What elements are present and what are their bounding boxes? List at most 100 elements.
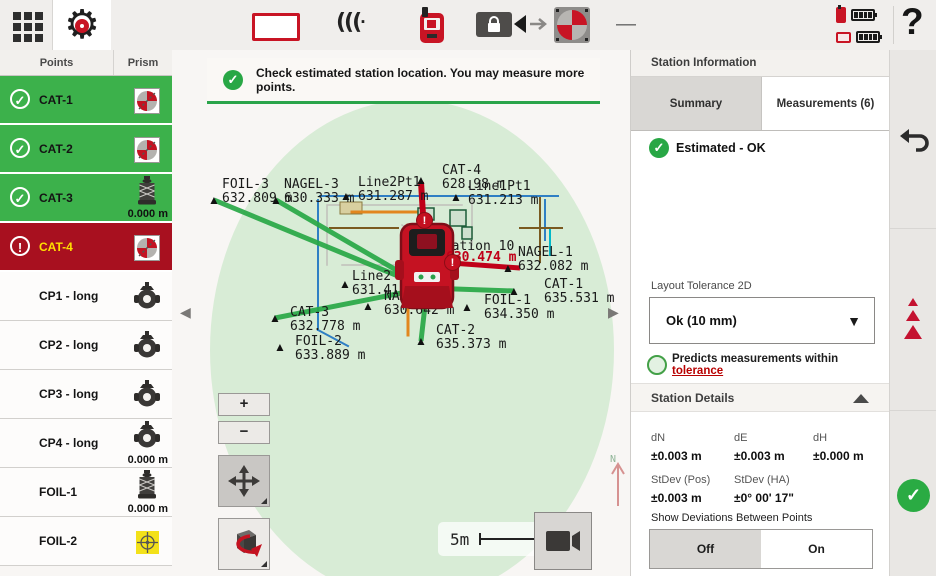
prism-360-icon <box>131 175 163 207</box>
prediction-text: Predicts measurements within <box>672 353 838 365</box>
point-label: NAGEL-1632.082 m <box>518 246 588 274</box>
ok-status-icon: ✓ <box>10 89 30 109</box>
tolerance-dropdown[interactable]: Ok (10 mm) ▼ <box>649 297 875 344</box>
metric-value: ±0.003 m <box>651 491 702 505</box>
point-row[interactable]: CP4 - long0.000 m <box>0 419 172 468</box>
svg-text:N: N <box>610 454 616 465</box>
battery-icon <box>856 31 880 43</box>
jump-to-flagged-button[interactable] <box>890 296 936 341</box>
point-row[interactable]: CP2 - long <box>0 321 172 370</box>
tolerance-value: Ok (10 mm) <box>666 313 737 328</box>
undo-icon <box>899 126 929 156</box>
point-row[interactable]: ✓ CAT-1 <box>0 76 172 125</box>
controller-icon <box>836 7 846 23</box>
mini-prism-icon <box>131 134 163 166</box>
point-marker: ▲ <box>461 301 473 313</box>
toggle-off[interactable]: Off <box>650 530 761 568</box>
help-button[interactable]: ? <box>901 1 924 43</box>
deviations-toggle: Off On <box>649 529 873 569</box>
action-strip: ✓ <box>889 50 936 576</box>
point-row[interactable]: FOIL-2 <box>0 517 172 566</box>
point-marker: ▲ <box>274 341 286 353</box>
zoom-in-button[interactable]: + <box>218 393 270 416</box>
point-row[interactable]: FOIL-10.000 m <box>0 468 172 517</box>
settings-gear-button[interactable]: ⚙ <box>53 0 111 50</box>
metric-label: StDev (HA) <box>734 474 790 486</box>
point-name: FOIL-2 <box>39 534 77 548</box>
point-label: Line1Pt1631.213 m <box>468 180 538 208</box>
point-row[interactable]: ✓ CAT-2 <box>0 125 172 174</box>
point-row[interactable]: ✓CAT-30.000 m <box>0 174 172 223</box>
panel-title: Station Information <box>631 50 889 77</box>
point-list: ✓ CAT-1 ✓ CAT-2 ✓CAT-30.000 m!CAT-4 CP1 - lon… <box>0 76 172 566</box>
sidebar-header: Points Prism <box>0 50 172 76</box>
check-icon: ✓ <box>649 138 669 158</box>
round-prism-icon <box>131 281 163 313</box>
prism-target-icon[interactable] <box>554 7 590 43</box>
station-information-panel: Station Information Summary Measurements… <box>630 50 889 576</box>
metric-value: ±0.003 m <box>651 449 702 463</box>
prism-offset: 0.000 m <box>128 454 168 466</box>
remote-controller-icon[interactable] <box>417 7 447 50</box>
station-details-header[interactable]: Station Details <box>631 383 889 412</box>
ok-status-icon: ✓ <box>10 138 30 158</box>
point-marker: ▲ <box>269 312 281 324</box>
point-name: CP2 - long <box>39 338 98 352</box>
point-row[interactable]: CP3 - long <box>0 370 172 419</box>
camera-view-button[interactable] <box>534 512 592 570</box>
mini-prism-icon <box>131 85 163 117</box>
deviations-label: Show Deviations Between Points <box>651 512 812 524</box>
prism-360-icon <box>131 469 163 501</box>
metric-label: StDev (Pos) <box>651 474 710 486</box>
battery-status <box>836 5 888 49</box>
tolerance-label: Layout Tolerance 2D <box>651 280 752 292</box>
rotate-3d-button[interactable] <box>218 518 270 570</box>
status-banner: ✓ Check estimated station location. You … <box>207 58 600 104</box>
collapse-sidebar-arrow[interactable]: ◀ <box>180 304 191 321</box>
map-view[interactable]: N ▲FOIL-3632.809 m▲NAGEL-3630.333 m▲Line… <box>172 50 630 576</box>
camera-lock-icon[interactable] <box>476 12 548 38</box>
round-prism-icon <box>131 330 163 362</box>
point-name: CAT-1 <box>39 93 73 107</box>
undo-button[interactable] <box>899 126 929 161</box>
point-marker: ▲ <box>340 190 352 202</box>
pan-button[interactable] <box>218 455 270 507</box>
point-row[interactable]: !CAT-4 <box>0 223 172 272</box>
points-sidebar: Points Prism ✓ CAT-1 ✓ CAT-2 ✓CAT-30.000 m!C… <box>0 50 172 576</box>
warning-badge: ! <box>444 254 461 271</box>
confirm-button[interactable]: ✓ <box>897 479 930 512</box>
metric-label: dH <box>813 432 827 444</box>
points-column-header: Points <box>0 50 114 75</box>
gear-icon: ⚙ <box>64 5 100 45</box>
point-marker: ▲ <box>270 194 282 206</box>
cube-rotate-icon <box>223 525 265 563</box>
minimized-indicator: — <box>616 13 636 36</box>
apps-grid-icon[interactable] <box>13 12 45 44</box>
controller-battery <box>836 5 888 25</box>
tab-summary[interactable]: Summary <box>631 77 761 130</box>
top-toolbar: ⚙ (((· — <box>0 0 936 52</box>
point-name: CP1 - long <box>39 289 98 303</box>
point-name: CAT-3 <box>39 191 73 205</box>
station-range-circle <box>210 100 614 576</box>
point-row[interactable]: CP1 - long <box>0 272 172 321</box>
zoom-out-button[interactable]: − <box>218 421 270 444</box>
app-window: ⚙ (((· — <box>0 0 936 576</box>
camera-icon <box>546 529 580 553</box>
estimation-status-text: Estimated - OK <box>676 141 766 155</box>
point-marker: ▲ <box>362 300 374 312</box>
radio-signal-icon[interactable]: (((· <box>336 10 366 35</box>
tab-measurements[interactable]: Measurements (6) <box>761 77 889 130</box>
check-icon: ✓ <box>223 70 243 90</box>
metric-value: ±0.003 m <box>734 449 785 463</box>
display-frame-icon[interactable] <box>252 13 300 41</box>
metric-value: ±0.000 m <box>813 449 864 463</box>
point-name: CAT-2 <box>39 142 73 156</box>
banner-text: Check estimated station location. You ma… <box>256 66 600 94</box>
point-label: CAT-1635.531 m <box>544 278 614 306</box>
metric-label: dE <box>734 432 747 444</box>
toggle-on[interactable]: On <box>761 530 872 568</box>
tolerance-link[interactable]: tolerance <box>672 365 723 377</box>
expand-panel-arrow[interactable]: ▶ <box>608 304 619 321</box>
point-label: CAT-2635.373 m <box>436 324 506 352</box>
